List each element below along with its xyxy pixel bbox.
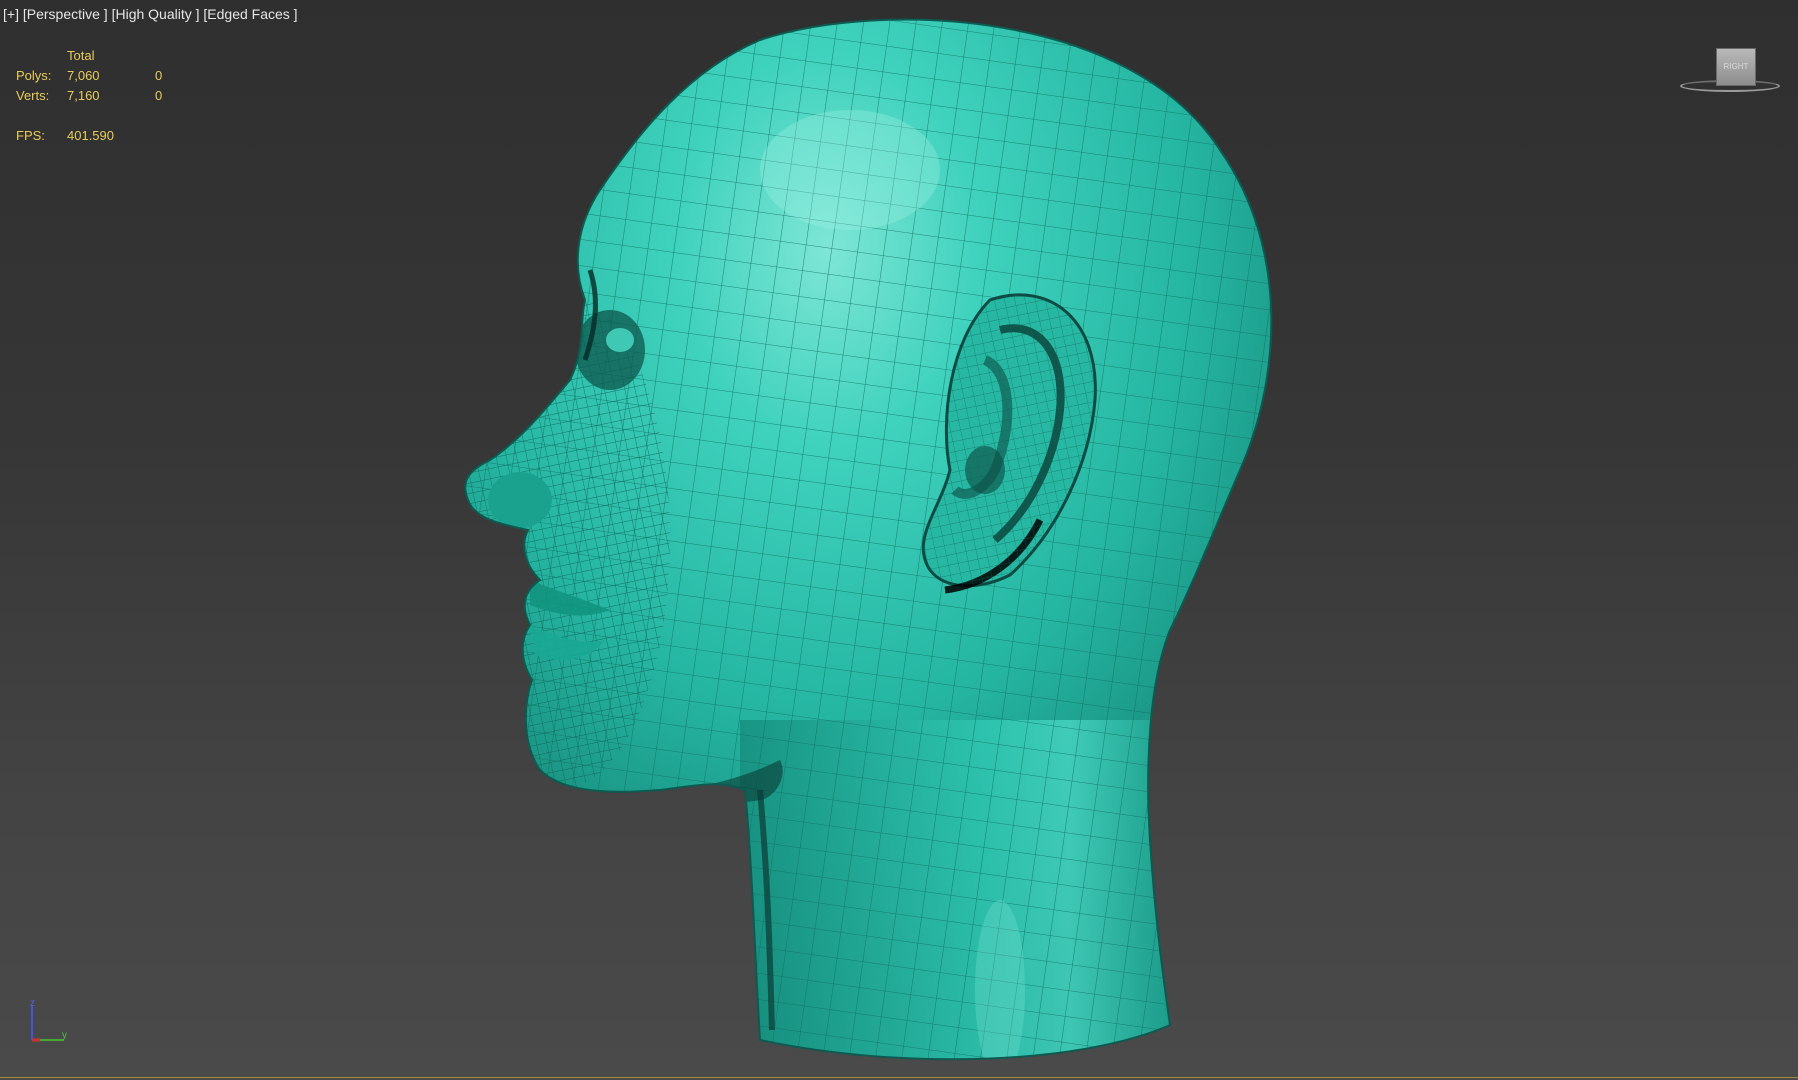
stats-total-header: Total	[67, 48, 95, 63]
head-model[interactable]	[0, 0, 1798, 1080]
viewcube-face[interactable]: RIGHT	[1716, 48, 1756, 86]
verts-label: Verts:	[16, 88, 50, 103]
stats-polys-row: Polys: 7,060 0	[16, 66, 176, 86]
3d-viewport[interactable]: [+] [Perspective ] [High Quality ] [Edge…	[0, 0, 1798, 1080]
viewport-label: [+] [Perspective ] [High Quality ] [Edge…	[3, 6, 298, 22]
stats-header-row: Total	[16, 46, 176, 66]
axis-y-label: y	[62, 1030, 67, 1041]
fps-value: 401.590	[67, 128, 114, 143]
verts-selected: 0	[155, 88, 163, 103]
display-mode-menu[interactable]: [Edged Faces ]	[203, 6, 297, 22]
verts-total: 7,160	[67, 88, 100, 103]
stats-fps-row: FPS: 401.590	[16, 126, 176, 146]
stats-verts-row: Verts: 7,160 0	[16, 86, 176, 106]
fps-label: FPS:	[16, 128, 45, 143]
view-type-menu[interactable]: [Perspective ]	[23, 6, 108, 22]
viewport-menu-button[interactable]: [+]	[3, 6, 19, 22]
polys-selected: 0	[155, 68, 163, 83]
viewcube[interactable]: RIGHT	[1672, 46, 1782, 106]
viewport-active-border	[0, 1077, 1798, 1078]
axis-tripod: z y	[24, 998, 74, 1048]
shading-menu[interactable]: [High Quality ]	[112, 6, 200, 22]
statistics-overlay: Total Polys: 7,060 0 Verts: 7,160 0 FPS:…	[16, 46, 176, 146]
axis-z-label: z	[30, 998, 35, 1009]
polys-label: Polys:	[16, 68, 52, 83]
polys-total: 7,060	[67, 68, 100, 83]
